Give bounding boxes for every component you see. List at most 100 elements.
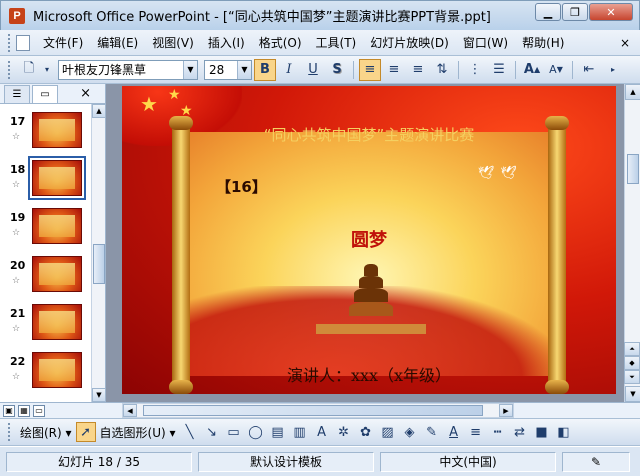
normal-view-icon[interactable]: ▣ (3, 404, 15, 417)
slide-thumbnail[interactable]: 21 ☆ (0, 300, 92, 348)
chevron-down-icon[interactable]: ▼ (237, 60, 251, 79)
numbering-icon[interactable]: ⋮ (464, 59, 486, 81)
line-icon[interactable]: ╲ (180, 422, 200, 442)
slide-subtitle[interactable]: 圆梦 (122, 226, 616, 252)
slideshow-view-icon[interactable]: ▭ (33, 404, 45, 417)
line-style-icon[interactable]: ≡ (466, 422, 486, 442)
menu-insert[interactable]: 插入(I) (201, 33, 252, 53)
next-slide-icon[interactable]: ⏷ (624, 370, 640, 384)
dash-style-icon[interactable]: ┅ (488, 422, 508, 442)
previous-slide-icon[interactable]: ⏶ (624, 342, 640, 356)
scroll-thumb[interactable] (93, 244, 105, 284)
menu-file[interactable]: 文件(F) (36, 33, 90, 53)
align-right-icon[interactable]: ≡ (407, 59, 429, 81)
vertical-textbox-icon[interactable]: ▥ (290, 422, 310, 442)
toolbar-grip[interactable] (8, 423, 12, 441)
draw-menu-button[interactable]: 绘图(R) ▾ (18, 424, 74, 441)
select-arrow-icon[interactable]: ➚ (75, 422, 96, 442)
toolbar-grip[interactable] (8, 33, 12, 52)
slide-sorter-view-icon[interactable]: ▦ (18, 404, 30, 417)
horizontal-scrollbar[interactable]: ◀ ▶ (122, 403, 514, 418)
bullets-icon[interactable]: ☰ (488, 59, 510, 81)
thumbnail-image[interactable] (32, 256, 82, 292)
vertical-scrollbar[interactable]: ▲ ⏶ ◆ ⏷ ▼ (624, 84, 640, 402)
spelling-status-icon[interactable]: ✎ (562, 451, 630, 472)
menu-view[interactable]: 视图(V) (145, 33, 201, 53)
thumbnail-image[interactable] (32, 352, 82, 388)
line-color-icon[interactable]: ✎ (422, 422, 442, 442)
thumbnail-image[interactable] (32, 112, 82, 148)
3d-style-icon[interactable]: ◧ (554, 422, 574, 442)
slide-title[interactable]: “同心共筑中国梦”主题演讲比赛 (122, 124, 616, 145)
slide-thumbnail[interactable]: 22 ☆ (0, 348, 92, 396)
slide-number-label[interactable]: 【16】 (216, 176, 267, 197)
menu-tools[interactable]: 工具(T) (309, 33, 364, 53)
transition-star-icon: ☆ (12, 372, 21, 382)
thumbnails-scrollbar[interactable]: ▲ ▼ (91, 104, 106, 402)
scroll-thumb[interactable] (627, 154, 639, 184)
speaker-text[interactable]: 演讲人：xxx（x年级） (122, 362, 616, 386)
close-icon[interactable]: × (80, 86, 91, 101)
chevron-down-icon[interactable]: ▼ (183, 60, 197, 79)
arrow-icon[interactable]: ↘ (202, 422, 222, 442)
slide-number: 18 (10, 163, 26, 176)
slide-thumbnail[interactable]: 17 ☆ (0, 108, 92, 156)
select-object-icon[interactable]: ◆ (624, 356, 640, 370)
tab-outline[interactable]: ☰ (4, 85, 30, 103)
textbox-icon[interactable]: ▤ (268, 422, 288, 442)
menu-format[interactable]: 格式(O) (252, 33, 309, 53)
picture-icon[interactable]: ▨ (378, 422, 398, 442)
menu-edit[interactable]: 编辑(E) (90, 33, 145, 53)
document-close-button[interactable]: × (620, 36, 630, 50)
oval-icon[interactable]: ◯ (246, 422, 266, 442)
slide-thumbnail[interactable]: 19 ☆ (0, 204, 92, 252)
clipart-icon[interactable]: ✿ (356, 422, 376, 442)
align-center-icon[interactable]: ≡ (383, 59, 405, 81)
underline-button[interactable]: U (302, 59, 324, 81)
dropdown-arrow-icon[interactable]: ▾ (42, 59, 52, 81)
font-name-select[interactable]: 叶根友刀锋黑草 ▼ (58, 59, 198, 80)
maximize-button[interactable]: ❐ (562, 3, 588, 21)
grow-font-button[interactable]: A ▲ (521, 59, 543, 81)
scroll-up-icon[interactable]: ▲ (92, 104, 106, 118)
scroll-left-icon[interactable]: ◀ (123, 404, 137, 417)
scroll-right-icon[interactable]: ▶ (499, 404, 513, 417)
slide-thumbnail-selected[interactable]: 18 ☆ (0, 156, 92, 204)
menu-window[interactable]: 窗口(W) (456, 33, 515, 53)
rectangle-icon[interactable]: ▭ (224, 422, 244, 442)
wordart-icon[interactable]: A (312, 422, 332, 442)
minimize-button[interactable]: ▁ (535, 3, 561, 21)
scroll-down-icon[interactable]: ▼ (625, 386, 640, 402)
align-left-icon[interactable]: ≡ (359, 58, 381, 81)
distributed-align-icon[interactable]: ⇅ (431, 59, 453, 81)
document-icon[interactable] (16, 34, 30, 51)
diagram-icon[interactable]: ✲ (334, 422, 354, 442)
scroll-down-icon[interactable]: ▼ (92, 388, 106, 402)
fill-color-icon[interactable]: ◈ (400, 422, 420, 442)
toolbar-grip[interactable] (8, 60, 12, 79)
transition-star-icon: ☆ (12, 132, 21, 142)
autoshapes-button[interactable]: 自选图形(U) ▾ (98, 424, 178, 441)
shrink-font-button[interactable]: A ▼ (545, 59, 567, 81)
italic-button[interactable]: I (278, 59, 300, 81)
font-color-icon[interactable]: A (444, 422, 464, 442)
bold-button[interactable]: B (254, 58, 276, 81)
font-size-select[interactable]: 28 ▼ (204, 59, 252, 80)
close-button[interactable]: ✕ (589, 3, 633, 21)
thumbnail-image[interactable] (28, 156, 86, 200)
slide-thumbnail[interactable]: 20 ☆ (0, 252, 92, 300)
thumbnail-image[interactable] (32, 304, 82, 340)
slide-canvas[interactable]: ★ ★ ★ ★ 🕊🕊 “同心共筑中国梦”主题演讲比赛 【16】 圆梦 演讲人：x… (122, 86, 616, 394)
scroll-thumb[interactable] (143, 405, 483, 416)
tab-slides[interactable]: ▭ (32, 85, 58, 103)
menu-slideshow[interactable]: 幻灯片放映(D) (363, 33, 456, 53)
arrow-style-icon[interactable]: ⇄ (510, 422, 530, 442)
toolbar-options-icon[interactable]: ▸ (602, 59, 624, 81)
decrease-indent-icon[interactable]: ⇤ (578, 59, 600, 81)
menu-help[interactable]: 帮助(H) (515, 33, 571, 53)
shadow-button[interactable]: S (326, 59, 348, 81)
new-document-icon[interactable]: 🗋 (18, 59, 40, 81)
scroll-up-icon[interactable]: ▲ (625, 84, 640, 100)
shadow-style-icon[interactable]: ■ (532, 422, 552, 442)
thumbnail-image[interactable] (32, 208, 82, 244)
